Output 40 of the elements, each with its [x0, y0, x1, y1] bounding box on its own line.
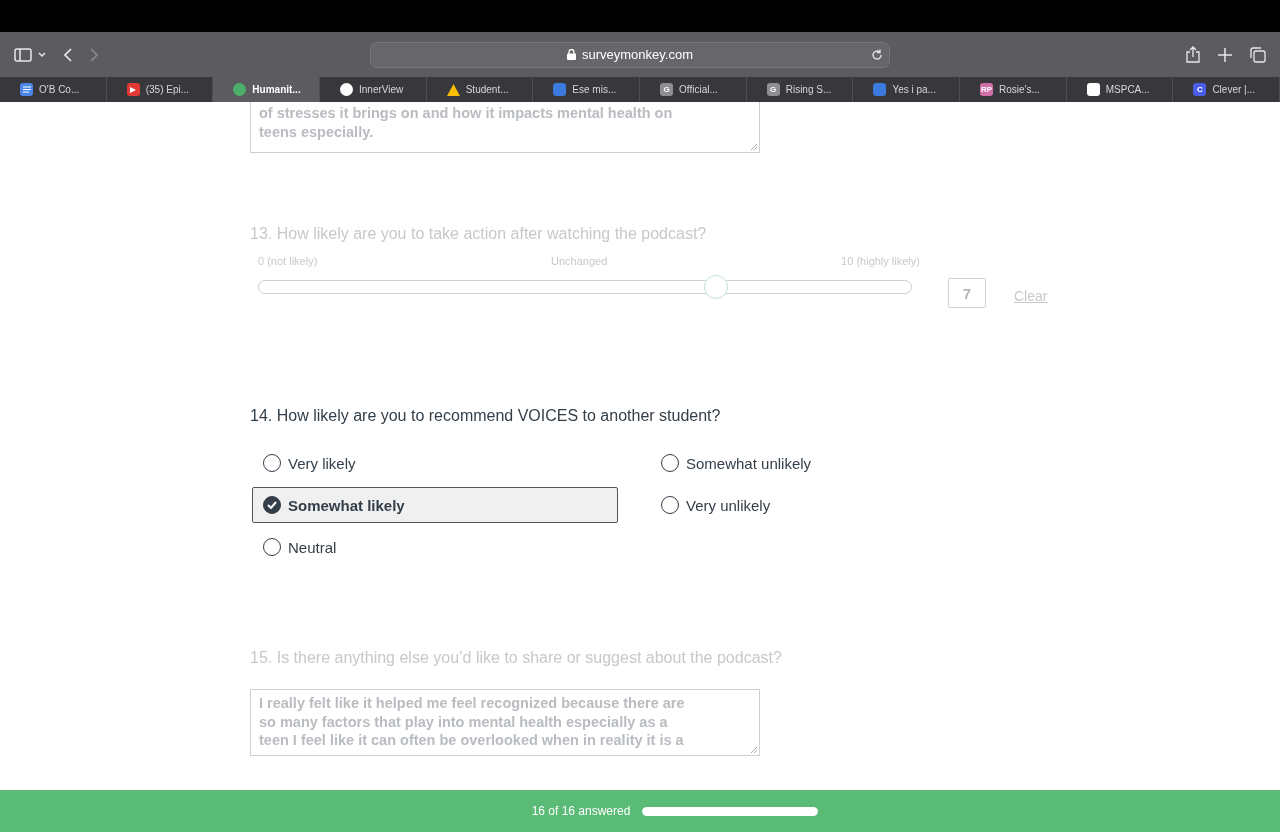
browser-tab[interactable]: Ese mis... — [533, 77, 641, 102]
radio-option[interactable]: Somewhat likely — [252, 487, 618, 523]
browser-tab[interactable]: RP Rosie's... — [960, 77, 1067, 102]
resize-grip-icon — [751, 144, 757, 150]
radio-option[interactable]: Very unlikely — [650, 487, 1016, 523]
triangle-icon — [446, 83, 460, 96]
chevron-down-icon[interactable] — [38, 51, 46, 58]
address-bar[interactable]: surveymonkey.com — [370, 41, 890, 68]
browser-tab[interactable]: InnerView — [320, 77, 427, 102]
tabs-overview-icon[interactable] — [1250, 46, 1266, 63]
browser-tab[interactable]: G Official... — [640, 77, 747, 102]
share-icon[interactable] — [1186, 46, 1200, 63]
favicon-icon — [340, 83, 353, 96]
progress-text: 16 of 16 answered — [531, 804, 631, 818]
radio-option[interactable]: Somewhat unlikely — [650, 445, 1016, 481]
slider-thumb[interactable] — [703, 275, 728, 299]
radio-option[interactable]: Very likely — [252, 445, 618, 481]
favicon-icon: G — [766, 83, 780, 96]
favicon-icon: G — [660, 83, 674, 96]
lock-icon — [567, 49, 576, 60]
browser-tab[interactable]: G Rising S... — [746, 77, 854, 102]
resize-grip-icon — [751, 747, 757, 753]
browser-tab[interactable]: Student... — [426, 77, 534, 102]
favicon-icon: C — [1193, 83, 1207, 96]
question-title: 14. How likely are you to recommend VOICES to another student? — [250, 407, 722, 425]
browser-tab[interactable]: C Clever |... — [1173, 77, 1280, 102]
question-title: 15. Is there anything else you’d like to share or suggest about the podcast? — [250, 649, 783, 667]
question-title: 13. How likely are you to take action after watching the podcast? — [250, 225, 708, 243]
favicon-icon: RP — [980, 83, 994, 96]
browser-tab[interactable]: MSPCA... — [1066, 77, 1174, 102]
radio-option[interactable]: Neutral — [252, 529, 618, 565]
favicon-icon — [233, 83, 247, 96]
browser-tab[interactable]: Yes i pa... — [853, 77, 961, 102]
slider-label: Unchanged — [551, 255, 608, 267]
plus-icon[interactable] — [1218, 47, 1232, 62]
sidebar-icon[interactable] — [14, 47, 32, 62]
browser-tab[interactable]: Humanit... — [213, 77, 320, 102]
reload-icon[interactable] — [871, 48, 883, 61]
browser-tab[interactable]: O'B Co... — [0, 77, 107, 102]
back-icon[interactable] — [64, 47, 72, 62]
